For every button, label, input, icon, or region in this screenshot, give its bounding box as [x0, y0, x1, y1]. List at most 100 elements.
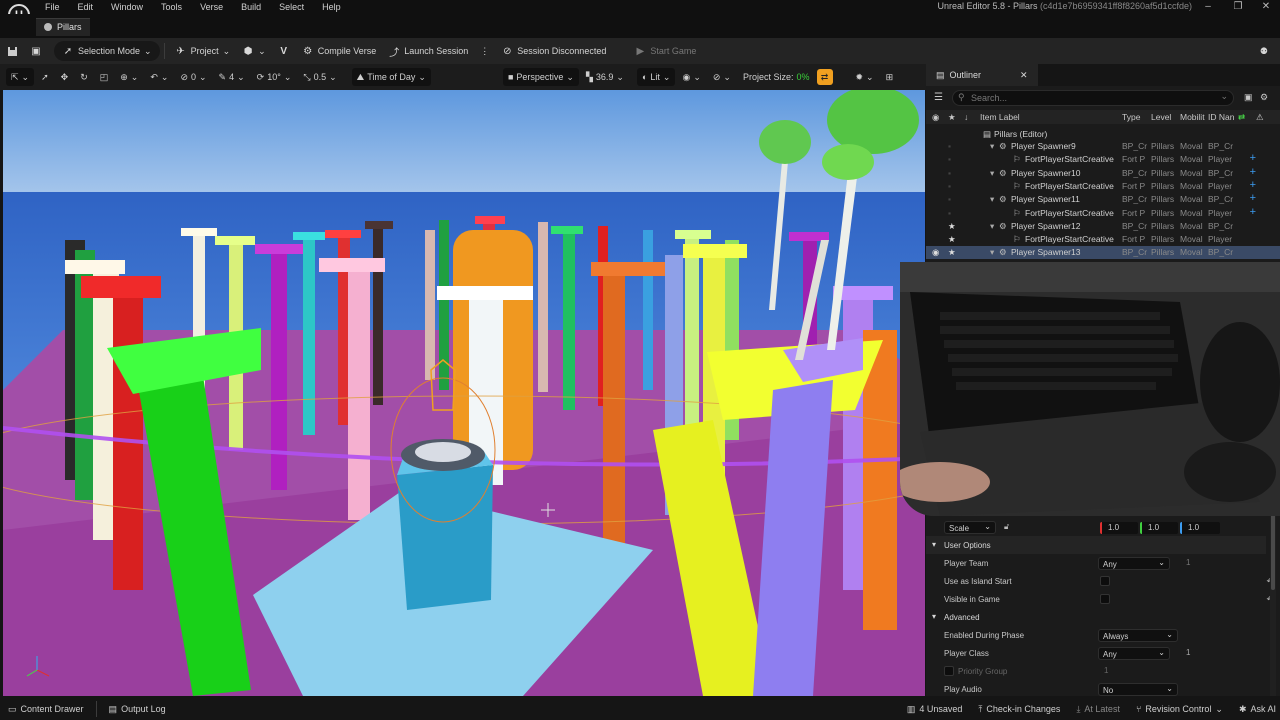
ask-ai-button[interactable]: ✱ Ask AI: [1231, 698, 1280, 720]
close-window-button[interactable]: ✕: [1256, 1, 1276, 12]
fov-dropdown[interactable]: ▚ 36.9 ⌄: [581, 68, 629, 86]
outliner-row-spawner[interactable]: ◉ ★ ▾ ⚙ Player Spawner13 BP_Cr Pillars Moval BP_…: [926, 246, 1280, 260]
outliner-search-input[interactable]: ⚲ Search... ⌄: [952, 90, 1234, 106]
scale-y-input[interactable]: 1.0: [1140, 522, 1178, 534]
divider: [95, 701, 97, 717]
menu-help[interactable]: Help: [313, 0, 350, 14]
at-latest-status[interactable]: ⤓ At Latest: [1068, 698, 1128, 720]
outliner-row-playerstart[interactable]: ▪ ⚐ FortPlayerStartCreative Fort P Pillars Mo…: [926, 206, 1280, 220]
add-actor-dropdown[interactable]: ⬢ ⌄: [236, 41, 272, 61]
priority-group-number[interactable]: 1: [1104, 666, 1108, 675]
viewport-layout-button[interactable]: ⊞: [881, 68, 899, 86]
scale-mode-dropdown[interactable]: Scale ⌄: [944, 521, 996, 534]
save-button[interactable]: [0, 41, 24, 61]
level-viewport[interactable]: [3, 90, 925, 696]
selection-mode-dropdown[interactable]: ➚ Selection Mode ⌄: [54, 41, 160, 61]
document-tab-pillars[interactable]: Pillars: [36, 18, 90, 36]
move-tool[interactable]: ✥: [56, 68, 74, 86]
player-team-number[interactable]: 1: [1186, 558, 1190, 567]
minimize-button[interactable]: –: [1198, 1, 1218, 12]
project-dropdown[interactable]: ✈ Project ⌄: [169, 41, 237, 61]
scale-z-input[interactable]: 1.0: [1180, 522, 1220, 534]
output-log-button[interactable]: ▤ Output Log: [101, 698, 174, 720]
column-id-name[interactable]: ID Nan: [1208, 112, 1234, 122]
outliner-row-spawner[interactable]: ▪ ▾ ⚙ Player Spawner9 BP_Cr Pillars Moval BP_Cr: [926, 140, 1280, 153]
outliner-row-playerstart[interactable]: ▪ ⚐ FortPlayerStartCreative Fort P Pillars Mo…: [926, 179, 1280, 193]
time-of-day-dropdown[interactable]: ⛰ Time of Day ⌄: [351, 68, 431, 86]
performance-warning-button[interactable]: ⇄: [816, 69, 833, 85]
outliner-row-playerstart[interactable]: ★ ⚐ FortPlayerStartCreative Fort P Pillars Mo…: [926, 233, 1280, 246]
viewport-settings-button[interactable]: ✹ ⌄: [851, 68, 879, 86]
verse-button[interactable]: V: [272, 41, 296, 61]
transform-mode-dropdown[interactable]: ⇱ ⌄: [6, 68, 35, 86]
player-team-dropdown[interactable]: Any ⌄: [1098, 557, 1170, 570]
show-flags-dropdown[interactable]: ◉ ⌄: [677, 68, 705, 86]
scrollbar-thumb[interactable]: [1271, 510, 1275, 590]
start-game-button[interactable]: ▶ Start Game: [628, 41, 702, 61]
perspective-dropdown[interactable]: ■ Perspective ⌄: [502, 68, 579, 86]
priority-group-checkbox[interactable]: [944, 666, 954, 676]
select-tool[interactable]: ➚: [36, 68, 54, 86]
menu-file[interactable]: File: [36, 0, 69, 14]
add-icon[interactable]: +: [1250, 166, 1256, 178]
lock-icon[interactable]: 🔓︎: [1004, 522, 1009, 532]
angle-snap-value[interactable]: ⟳ 10° ⌄: [252, 68, 297, 86]
filter-icon[interactable]: ☰: [934, 92, 943, 103]
scale-tool[interactable]: ◰: [95, 68, 114, 86]
menu-build[interactable]: Build: [232, 0, 270, 14]
column-type[interactable]: Type: [1122, 112, 1140, 122]
add-icon[interactable]: +: [1250, 192, 1256, 204]
add-icon[interactable]: +: [1250, 206, 1256, 218]
play-audio-dropdown[interactable]: No ⌄: [1098, 683, 1178, 696]
content-drawer-button[interactable]: ▭ Content Drawer: [0, 698, 92, 720]
settings-icon[interactable]: ⚙: [1260, 92, 1268, 103]
visible-in-game-checkbox[interactable]: [1100, 594, 1110, 604]
column-item-label[interactable]: Item Label: [980, 112, 1020, 122]
outliner-row-spawner[interactable]: ★ ▾ ⚙ Player Spawner12 BP_Cr Pillars Moval BP_C…: [926, 220, 1280, 233]
island-start-checkbox[interactable]: [1100, 576, 1110, 586]
favorite-column-icon[interactable]: ★: [948, 112, 956, 123]
player-class-number[interactable]: 1: [1186, 648, 1190, 657]
pin-column-icon[interactable]: ↓: [964, 112, 968, 122]
outliner-row-playerstart[interactable]: ▪ ⚐ FortPlayerStartCreative Fort P Pillars Mo…: [926, 152, 1280, 166]
add-folder-icon[interactable]: ▣: [1244, 92, 1253, 103]
collaboration-icon[interactable]: ⚉: [1254, 41, 1274, 61]
grid-snap-value[interactable]: ✎ 4 ⌄: [214, 68, 250, 86]
player-team-label: Player Team: [944, 559, 989, 568]
session-status[interactable]: ⊘ Session Disconnected: [495, 41, 612, 61]
column-mobility[interactable]: Mobilit: [1180, 112, 1205, 122]
advanced-section[interactable]: ▾ Advanced: [926, 608, 1266, 626]
unsaved-button[interactable]: ▥ 4 Unsaved: [899, 698, 971, 720]
checkin-button[interactable]: ⤒ Check-in Changes: [970, 698, 1068, 720]
scale-snap-value[interactable]: ⤡ 0.5 ⌄: [298, 68, 341, 86]
surface-snap-toggle[interactable]: ↶ ⌄: [145, 68, 173, 86]
close-icon[interactable]: ✕: [1020, 70, 1028, 81]
menu-window[interactable]: Window: [102, 0, 152, 14]
enabled-phase-dropdown[interactable]: Always ⌄: [1098, 629, 1178, 642]
user-options-section[interactable]: ▾ User Options: [926, 536, 1266, 554]
visibility-column-icon[interactable]: ◉: [932, 112, 939, 123]
lit-dropdown[interactable]: ◐ Lit ⌄: [636, 68, 676, 86]
column-level[interactable]: Level: [1151, 112, 1171, 122]
menu-verse[interactable]: Verse: [191, 0, 232, 14]
more-options-button[interactable]: ⋮: [474, 41, 495, 61]
menu-tools[interactable]: Tools: [152, 0, 191, 14]
revision-control-dropdown[interactable]: ⑂ Revision Control ⌄: [1128, 698, 1231, 720]
maximize-button[interactable]: ❐: [1228, 1, 1248, 12]
rotate-tool[interactable]: ↻: [75, 68, 93, 86]
player-class-dropdown[interactable]: Any ⌄: [1098, 647, 1170, 660]
rotation-snap-value[interactable]: ⊘ 0 ⌄: [175, 68, 211, 86]
add-icon[interactable]: +: [1250, 179, 1256, 191]
world-space-toggle[interactable]: ⊕ ⌄: [115, 68, 143, 86]
compile-verse-button[interactable]: ⚙ Compile Verse: [296, 41, 383, 61]
add-icon[interactable]: +: [1250, 152, 1256, 164]
menu-select[interactable]: Select: [270, 0, 313, 14]
outliner-row-spawner[interactable]: ▪ ▾ ⚙ Player Spawner11 BP_Cr Pillars Moval BP_C…: [926, 192, 1280, 206]
content-browse-button[interactable]: ▣: [24, 41, 48, 61]
outliner-tab[interactable]: ▤ Outliner ✕: [926, 64, 1038, 86]
outliner-row-spawner[interactable]: ▪ ▾ ⚙ Player Spawner10 BP_Cr Pillars Moval BP_C…: [926, 166, 1280, 180]
menu-edit[interactable]: Edit: [69, 0, 103, 14]
launch-session-button[interactable]: ⤴ Launch Session: [382, 41, 474, 61]
realtime-dropdown[interactable]: ⊘ ⌄: [708, 68, 736, 86]
scale-x-input[interactable]: 1.0: [1100, 522, 1138, 534]
